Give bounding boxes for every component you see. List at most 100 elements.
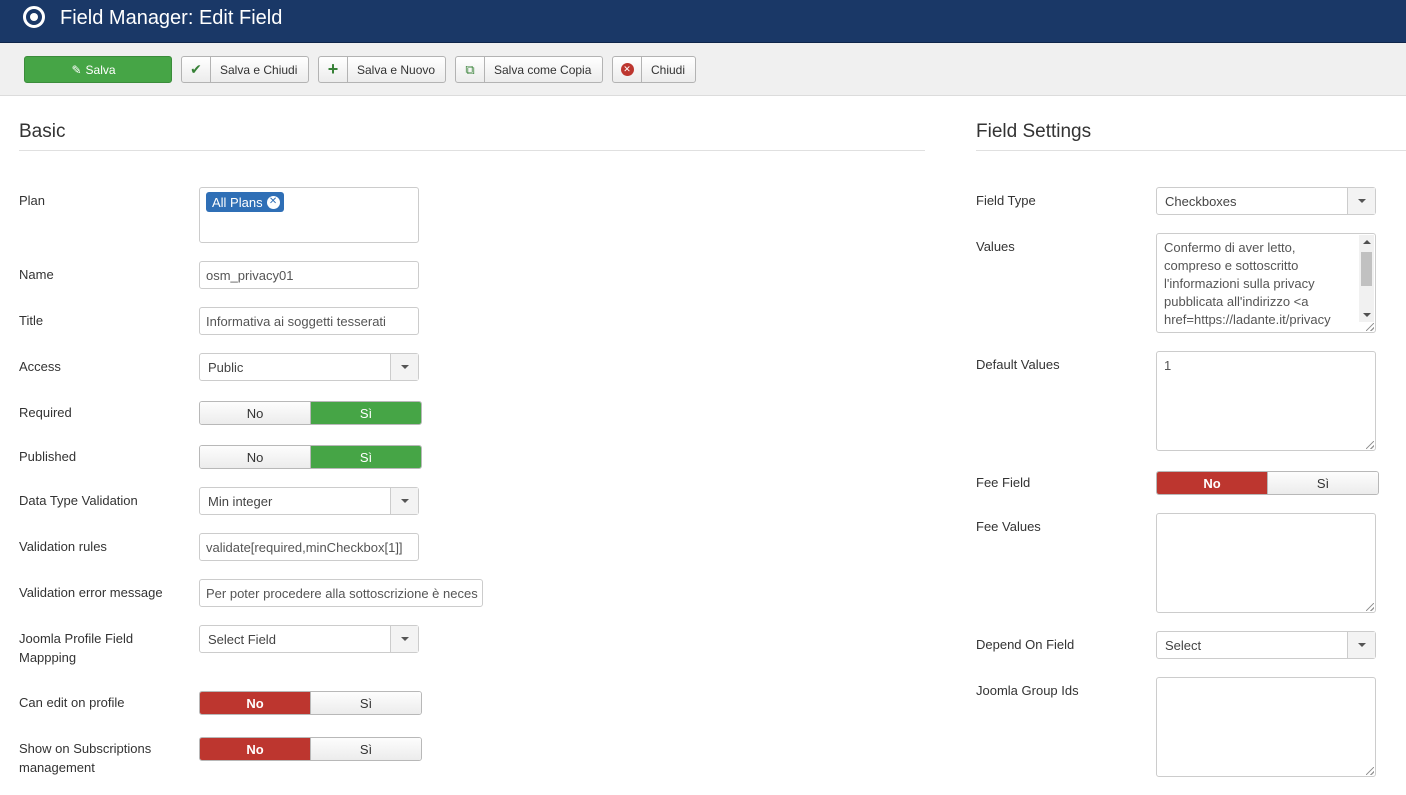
published-no[interactable]: No: [200, 446, 310, 468]
can-edit-profile-toggle: No Sì: [199, 691, 422, 715]
values-line: pubblicata all'indirizzo <a: [1164, 294, 1309, 309]
close-icon: ✕: [613, 57, 642, 82]
basic-section-title: Basic: [19, 121, 66, 142]
data-type-validation-value: Min integer: [208, 493, 273, 509]
chevron-down-icon: [390, 488, 418, 514]
values-line: href=https://ladante.it/privacy: [1164, 312, 1331, 327]
required-yes[interactable]: Sì: [310, 402, 421, 424]
edit-icon: ✎: [71, 62, 82, 77]
joomla-profile-label-line1: Joomla Profile Field: [19, 631, 134, 646]
published-yes[interactable]: Sì: [310, 446, 421, 468]
published-label: Published: [19, 449, 77, 464]
values-line: l'informazioni sulla privacy: [1164, 276, 1315, 291]
can-edit-profile-yes[interactable]: Sì: [310, 692, 421, 714]
chevron-down-icon: [390, 354, 418, 380]
title-label: Title: [19, 313, 44, 328]
joomla-profile-value: Select Field: [208, 631, 276, 647]
plus-icon: +: [319, 57, 348, 82]
field-type-label: Field Type: [976, 193, 1036, 208]
fee-field-label: Fee Field: [976, 475, 1031, 490]
plan-tag: All Plans ✕: [206, 192, 284, 212]
fee-values-textarea[interactable]: [1156, 513, 1376, 613]
required-no[interactable]: No: [200, 402, 310, 424]
save-new-label: Salva e Nuovo: [357, 62, 436, 77]
depend-on-field-select[interactable]: Select: [1156, 631, 1376, 659]
validation-error-input[interactable]: Per poter procedere alla sottoscrizione …: [199, 579, 483, 607]
app-header: Field Manager: Edit Field: [0, 0, 1406, 43]
joomla-profile-select[interactable]: Select Field: [199, 625, 419, 653]
fee-field-toggle: No Sì: [1156, 471, 1379, 495]
page-title: Field Manager: Edit Field: [60, 7, 283, 29]
depend-on-field-label: Depend On Field: [976, 637, 1075, 652]
name-label: Name: [19, 267, 54, 282]
scroll-down-icon[interactable]: [1359, 308, 1374, 322]
required-label: Required: [19, 405, 72, 420]
values-textarea[interactable]: Confermo di aver letto, compreso e sotto…: [1156, 233, 1376, 333]
joomla-group-ids-textarea[interactable]: [1156, 677, 1376, 777]
show-subscriptions-no[interactable]: No: [200, 738, 310, 760]
scroll-thumb[interactable]: [1361, 252, 1372, 286]
default-values-value: 1: [1164, 358, 1172, 373]
values-line: Confermo di aver letto,: [1164, 240, 1296, 255]
chevron-down-icon: [1347, 188, 1375, 214]
close-label: Chiudi: [651, 62, 686, 77]
save-close-label: Salva e Chiudi: [220, 62, 298, 77]
save-button[interactable]: ✎ Salva: [24, 56, 172, 83]
validation-rules-label: Validation rules: [19, 539, 107, 554]
default-values-textarea[interactable]: 1: [1156, 351, 1376, 451]
check-icon: ✔: [182, 57, 211, 82]
show-subscriptions-label: Show on Subscriptions management: [19, 739, 151, 777]
title-input[interactable]: Informativa ai soggetti tesserati: [199, 307, 419, 335]
can-edit-profile-label: Can edit on profile: [19, 695, 125, 710]
resize-handle-icon[interactable]: [1366, 603, 1374, 611]
joomla-target-icon: [23, 6, 45, 28]
plan-tag-label: All Plans: [212, 194, 263, 210]
access-value: Public: [208, 359, 244, 375]
settings-divider: [976, 150, 1406, 151]
save-button-label: Salva: [85, 62, 116, 77]
can-edit-profile-no[interactable]: No: [200, 692, 310, 714]
default-values-label: Default Values: [976, 357, 1060, 372]
validation-error-label: Validation error message: [19, 585, 163, 600]
required-toggle: No Sì: [199, 401, 422, 425]
save-copy-button[interactable]: ⧉ Salva come Copia: [455, 56, 603, 83]
validation-rules-input[interactable]: validate[required,minCheckbox[1]]: [199, 533, 419, 561]
copy-icon: ⧉: [456, 57, 485, 82]
fee-values-label: Fee Values: [976, 519, 1041, 534]
field-type-value: Checkboxes: [1165, 193, 1237, 209]
plan-label: Plan: [19, 193, 46, 208]
chevron-down-icon: [390, 626, 418, 652]
scroll-up-icon[interactable]: [1359, 235, 1374, 249]
basic-divider: [19, 150, 925, 151]
values-line: compreso e sottoscritto: [1164, 258, 1299, 273]
published-toggle: No Sì: [199, 445, 422, 469]
save-new-button[interactable]: + Salva e Nuovo: [318, 56, 446, 83]
toolbar: ✎ Salva ✔ Salva e Chiudi + Salva e Nuovo…: [0, 43, 1406, 96]
fee-field-no[interactable]: No: [1157, 472, 1267, 494]
joomla-profile-label-line2: Mappping: [19, 650, 77, 665]
joomla-profile-label: Joomla Profile Field Mappping: [19, 629, 133, 667]
values-scrollbar[interactable]: [1359, 235, 1374, 322]
save-close-button[interactable]: ✔ Salva e Chiudi: [181, 56, 309, 83]
chevron-down-icon: [1347, 632, 1375, 658]
name-input[interactable]: osm_privacy01: [199, 261, 419, 289]
show-subscriptions-label-line1: Show on Subscriptions: [19, 741, 152, 756]
values-label: Values: [976, 239, 1015, 254]
show-subscriptions-label-line2: management: [19, 760, 95, 775]
close-button[interactable]: ✕ Chiudi: [612, 56, 696, 83]
show-subscriptions-yes[interactable]: Sì: [310, 738, 421, 760]
fee-field-yes[interactable]: Sì: [1267, 472, 1378, 494]
data-type-validation-select[interactable]: Min integer: [199, 487, 419, 515]
resize-handle-icon[interactable]: [1366, 441, 1374, 449]
resize-handle-icon[interactable]: [1366, 323, 1374, 331]
access-select[interactable]: Public: [199, 353, 419, 381]
resize-handle-icon[interactable]: [1366, 767, 1374, 775]
access-label: Access: [19, 359, 61, 374]
show-subscriptions-toggle: No Sì: [199, 737, 422, 761]
field-type-select[interactable]: Checkboxes: [1156, 187, 1376, 215]
tag-remove-icon[interactable]: ✕: [266, 195, 280, 209]
plan-tag-input[interactable]: All Plans ✕: [199, 187, 419, 243]
settings-section-title: Field Settings: [976, 121, 1092, 142]
data-type-validation-label: Data Type Validation: [19, 493, 138, 508]
save-copy-label: Salva come Copia: [494, 62, 592, 77]
